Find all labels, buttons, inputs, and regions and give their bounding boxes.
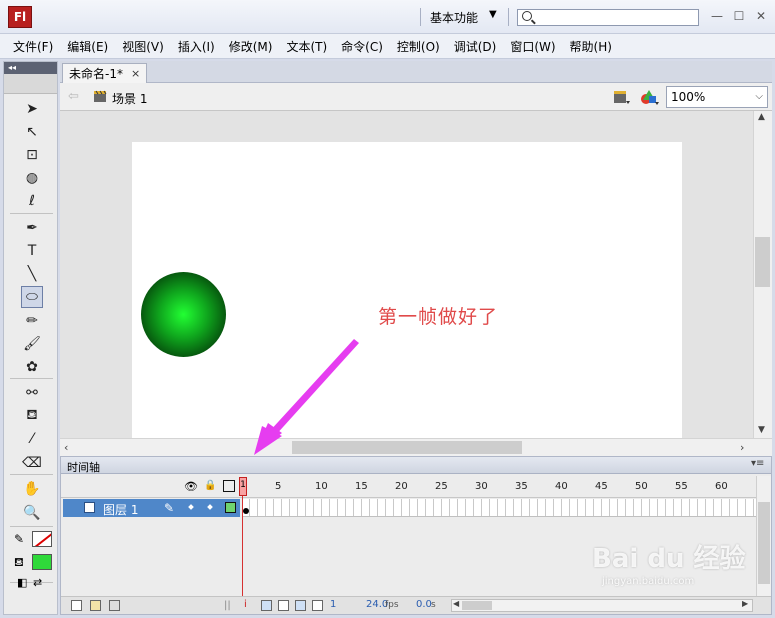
new-folder-icon[interactable]: [90, 600, 101, 611]
outline-square-icon[interactable]: [223, 480, 235, 492]
frame-tick-label: 10: [315, 481, 328, 492]
panel-menu-icon[interactable]: ▾≡: [751, 458, 764, 469]
timeline-panel: 时间轴 ▾≡ 👁 🔒 5 10 15 20 25 30 35 40 45 50 55 60 图层 1 …: [60, 456, 772, 615]
scrollbar-thumb[interactable]: [462, 601, 492, 610]
frame-track[interactable]: [242, 499, 756, 517]
edit-multiple-frames-icon[interactable]: [295, 600, 306, 611]
new-layer-icon[interactable]: [71, 600, 82, 611]
modify-onion-markers-icon[interactable]: [312, 600, 323, 611]
visibility-dot[interactable]: [188, 504, 194, 510]
timeline-header: 时间轴 ▾≡: [61, 457, 771, 474]
timeline-vertical-scrollbar[interactable]: [756, 476, 771, 597]
lock-dot[interactable]: [207, 504, 213, 510]
timeline-ruler[interactable]: 👁 🔒 5 10 15 20 25 30 35 40 45 50 55 60: [61, 476, 771, 498]
layer-row[interactable]: 图层 1 ✎: [63, 499, 240, 517]
frame-tick-label: 35: [515, 481, 528, 492]
timeline-footer: || ⅰ 1 24.0 fps 0.0 s ◀ ▶: [61, 596, 771, 614]
outline-color-square[interactable]: [225, 502, 236, 513]
delete-layer-icon[interactable]: [109, 600, 120, 611]
keyframe-marker[interactable]: [243, 508, 249, 514]
scrollbar-thumb[interactable]: [758, 502, 770, 584]
frame-tick-label: 55: [675, 481, 688, 492]
baidu-watermark-url: jingyan.baidu.com: [602, 576, 695, 587]
current-frame-readout: 1: [330, 599, 337, 610]
frame-tick-label: 15: [355, 481, 368, 492]
playhead[interactable]: 1: [239, 477, 247, 496]
frame-tick-label: 50: [635, 481, 648, 492]
layer-icon: [84, 502, 95, 513]
center-frame-icon[interactable]: ⅰ: [244, 599, 247, 610]
frame-tick-label: 20: [395, 481, 408, 492]
onion-skin-outlines-icon[interactable]: [278, 600, 289, 611]
frame-tick-label: 45: [595, 481, 608, 492]
layer-name[interactable]: 图层 1: [103, 501, 138, 518]
frame-tick-label: 25: [435, 481, 448, 492]
onion-skin-icon[interactable]: [261, 600, 272, 611]
frame-tick-label: 60: [715, 481, 728, 492]
frame-tick-label: 40: [555, 481, 568, 492]
elapsed-time-unit: s: [431, 600, 436, 610]
scroll-right-icon[interactable]: ▶: [742, 599, 748, 608]
baidu-watermark: Bai du 经验: [592, 544, 746, 574]
frame-tick-label: 30: [475, 481, 488, 492]
frame-tick-label: 5: [275, 481, 282, 492]
eye-icon[interactable]: 👁: [184, 480, 198, 493]
scroll-left-icon[interactable]: ◀: [453, 599, 459, 608]
tab-timeline[interactable]: 时间轴: [67, 459, 100, 475]
elapsed-time-value: 0.0: [416, 599, 432, 610]
grip-icon: ||: [224, 600, 231, 611]
lock-icon[interactable]: 🔒: [204, 480, 216, 492]
playhead-line: [242, 496, 243, 596]
timeline-horizontal-scrollbar[interactable]: ◀ ▶: [451, 599, 753, 612]
pencil-icon: ✎: [164, 501, 175, 515]
frame-rate-unit: fps: [385, 600, 399, 610]
